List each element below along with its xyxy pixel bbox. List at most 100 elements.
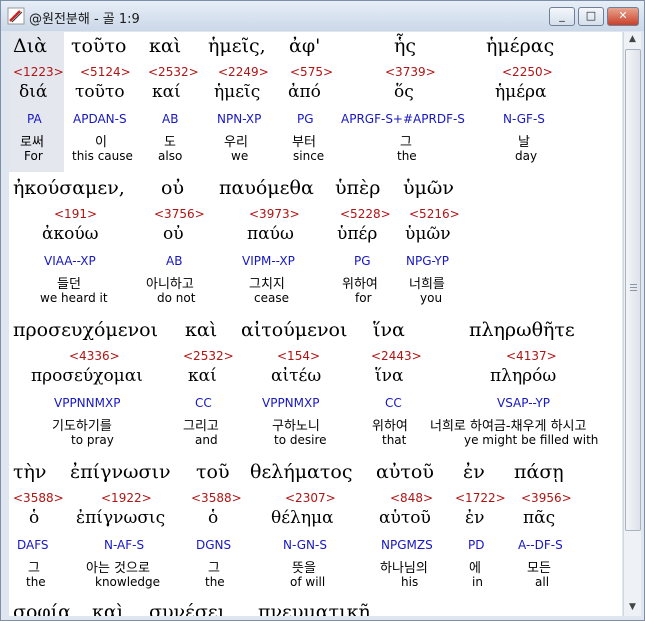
vertical-scrollbar[interactable]: ▲ ▼ xyxy=(623,32,641,616)
greek-word: αἰτούμενοι xyxy=(241,319,348,341)
lexeme: καί xyxy=(152,82,181,102)
parsing-code: VSAP--YP xyxy=(497,396,551,410)
english-gloss: also xyxy=(158,149,183,163)
lexeme: ἀπό xyxy=(288,82,321,102)
parsing-code: CC xyxy=(195,396,212,410)
greek-word: αὐτοῦ xyxy=(376,461,434,483)
interlinear-view[interactable]: Διὰ <1223> διά PA 로써 For τοῦτο <5124> το… xyxy=(9,32,622,616)
korean-gloss: 우리 xyxy=(224,135,248,150)
english-gloss: in xyxy=(472,575,483,589)
parsing-code: PD xyxy=(468,538,485,552)
english-gloss: the xyxy=(397,149,417,163)
strongs-number: <2250> xyxy=(502,65,553,79)
parsing-code: NPN-XP xyxy=(217,112,262,126)
lexeme: πληρόω xyxy=(490,366,557,386)
lexeme: καί xyxy=(188,366,217,386)
grip-line xyxy=(630,290,637,291)
korean-gloss: 그리고 xyxy=(183,419,219,434)
korean-gloss: 들던 xyxy=(57,277,81,292)
lexeme: αἰτέω xyxy=(271,366,322,386)
maximize-button[interactable]: □ xyxy=(578,7,604,26)
scroll-up-arrow-icon[interactable]: ▲ xyxy=(625,32,640,47)
strongs-number: <2443> xyxy=(371,349,422,363)
parsing-code: DAFS xyxy=(17,538,49,552)
korean-gloss: 에 xyxy=(469,561,481,576)
strongs-number: <848> xyxy=(390,491,434,505)
greek-word: ἐν xyxy=(463,461,485,483)
korean-gloss: 너희로 하여금-채우게 하시고 xyxy=(430,419,587,434)
strongs-number: <2249> xyxy=(218,65,269,79)
strongs-number: <4137> xyxy=(506,349,557,363)
parsing-code: AB xyxy=(162,112,179,126)
parsing-code: VPPNMXP xyxy=(262,396,320,410)
english-gloss: since xyxy=(293,149,325,163)
parsing-code: VIPM--XP xyxy=(242,254,295,268)
strongs-number: <5124> xyxy=(80,65,131,79)
parsing-code: DGNS xyxy=(196,538,232,552)
english-gloss: For xyxy=(24,149,43,163)
close-button[interactable]: ✕ xyxy=(607,7,639,26)
scroll-down-arrow-icon[interactable]: ▼ xyxy=(625,600,640,615)
greek-word: ὑμῶν xyxy=(403,177,454,199)
greek-word: ἡμεῖς, xyxy=(208,35,266,57)
grip-line xyxy=(630,284,637,285)
korean-gloss: 위하여 xyxy=(342,277,378,292)
lexeme: ὑμῶν xyxy=(405,224,451,244)
lexeme: αὑτοῦ xyxy=(379,508,431,528)
strongs-number: <3956> xyxy=(521,491,572,505)
title-bar[interactable]: @원전분해 - 골 1:9 _ □ ✕ xyxy=(1,1,644,31)
english-gloss: you xyxy=(420,291,443,305)
lexeme: ὅς xyxy=(394,82,414,102)
english-gloss: of will xyxy=(290,575,326,589)
lexeme: οὐ xyxy=(163,224,184,244)
english-gloss: to pray xyxy=(71,433,114,447)
greek-word: ἧς xyxy=(394,35,417,57)
greek-word: ἡμέρας xyxy=(486,35,555,57)
greek-word[interactable]: πνευματικῇ xyxy=(258,601,370,616)
lexeme: προσεύχομαι xyxy=(31,366,143,386)
parsing-code: VIAA--XP xyxy=(44,254,96,268)
parsing-code: NPG-YP xyxy=(406,254,449,268)
greek-word[interactable]: συνέσει xyxy=(149,601,225,616)
greek-word[interactable]: καὶ xyxy=(92,601,124,616)
scrollbar-thumb[interactable] xyxy=(625,49,641,531)
parsing-code: PA xyxy=(27,112,42,126)
english-gloss: this cause xyxy=(72,149,133,163)
strongs-number: <1223> xyxy=(13,65,64,79)
greek-word: θελήματος xyxy=(250,461,353,483)
korean-gloss: 아니하고 xyxy=(146,277,194,292)
english-gloss: to desire xyxy=(274,433,327,447)
greek-word: οὐ xyxy=(161,177,184,199)
greek-word: τὴν xyxy=(13,461,47,483)
english-gloss: the xyxy=(205,575,225,589)
strongs-number: <3588> xyxy=(13,491,64,505)
greek-word[interactable]: σοφίᾳ xyxy=(13,601,71,616)
korean-gloss: 로써 xyxy=(20,135,44,150)
korean-gloss: 이 xyxy=(95,135,107,150)
parsing-code: N-AF-S xyxy=(104,538,145,552)
parsing-code: VPPNNMXP xyxy=(54,396,121,410)
korean-gloss: 모든 xyxy=(527,561,551,576)
lexeme: ἡμέρα xyxy=(495,82,547,102)
strongs-number: <154> xyxy=(277,349,321,363)
greek-word: ὑπὲρ xyxy=(335,177,381,199)
english-gloss: knowledge xyxy=(95,575,161,589)
parsing-code: APDAN-S xyxy=(73,112,127,126)
greek-word: τοῦτο xyxy=(71,35,127,57)
english-gloss: we heard it xyxy=(40,291,108,305)
korean-gloss: 기도하기를 xyxy=(52,419,112,434)
lexeme: παύω xyxy=(247,224,294,244)
greek-word: προσευχόμενοι xyxy=(13,319,159,341)
strongs-number: <191> xyxy=(54,207,98,221)
parsing-code: CC xyxy=(385,396,402,410)
greek-word: πάσῃ xyxy=(514,461,564,483)
parsing-code: PG xyxy=(354,254,371,268)
parsing-code: AB xyxy=(166,254,183,268)
grip-line xyxy=(630,287,637,288)
strongs-number: <2532> xyxy=(148,65,199,79)
korean-gloss: 부터 xyxy=(292,135,316,150)
lexeme: ἀκούω xyxy=(42,224,99,244)
lexeme: διά xyxy=(19,82,48,102)
lexeme: ἐπίγνωσις xyxy=(76,508,166,528)
minimize-button[interactable]: _ xyxy=(549,7,575,26)
